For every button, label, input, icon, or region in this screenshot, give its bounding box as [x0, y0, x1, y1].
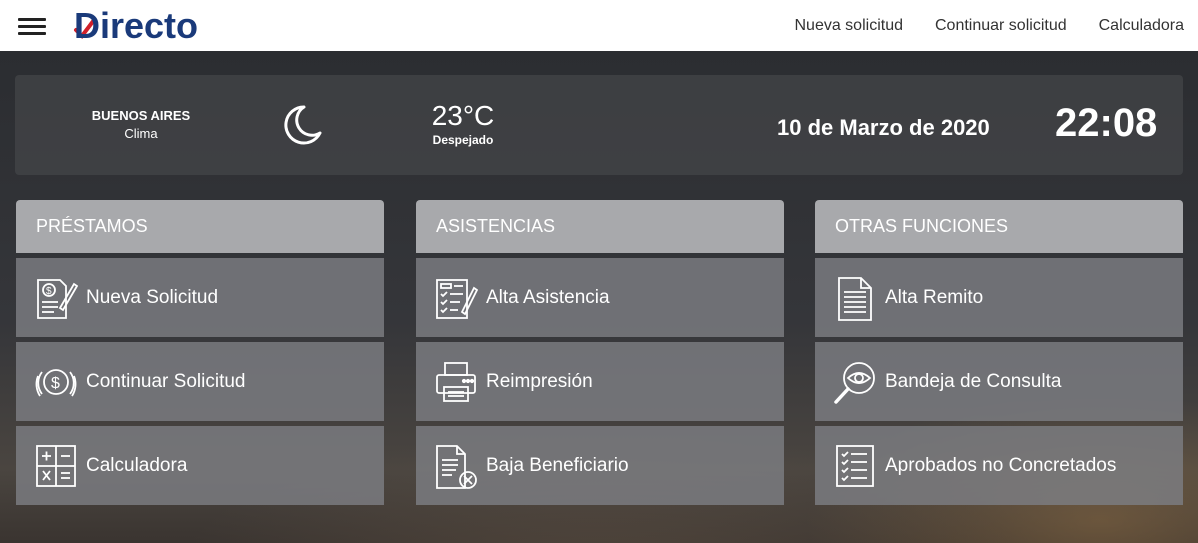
column-title: ASISTENCIAS	[416, 200, 784, 253]
tile-bandeja-consulta[interactable]: Bandeja de Consulta	[815, 342, 1183, 421]
nav-continuar-solicitud[interactable]: Continuar solicitud	[935, 17, 1067, 35]
temperature: 23°C	[431, 100, 495, 131]
tile-baja-beneficiario[interactable]: Baja Beneficiario	[416, 426, 784, 505]
tile-alta-remito[interactable]: Alta Remito	[815, 258, 1183, 337]
directo-logo-icon: Directo	[74, 5, 198, 46]
column-title: PRÉSTAMOS	[16, 200, 384, 253]
weather-condition: Despejado	[432, 133, 494, 147]
column-title: OTRAS FUNCIONES	[815, 200, 1183, 253]
tile-label: Nueva Solicitud	[86, 286, 219, 308]
weather-label: Clima	[124, 126, 158, 141]
current-date: 10 de Marzo de 2020	[777, 115, 990, 140]
svg-text:$: $	[46, 286, 52, 297]
tile-nueva-solicitud[interactable]: $ Nueva Solicitud	[16, 258, 384, 337]
assistance-form-icon	[434, 274, 478, 322]
document-icon	[833, 274, 877, 322]
city-name: BUENOS AIRES	[91, 108, 191, 123]
tile-alta-asistencia[interactable]: Alta Asistencia	[416, 258, 784, 337]
logo[interactable]: Directo	[70, 2, 238, 48]
tile-continuar-solicitud[interactable]: $ Continuar Solicitud	[16, 342, 384, 421]
continue-money-icon: $	[34, 358, 78, 406]
logo-text: Directo	[74, 5, 198, 46]
tile-reimpresion[interactable]: Reimpresión	[416, 342, 784, 421]
column-prestamos: PRÉSTAMOS $ Nueva Solicitud $ Continuar …	[16, 200, 384, 505]
printer-icon	[434, 358, 478, 406]
tile-label: Calculadora	[86, 454, 188, 476]
search-eye-icon	[833, 358, 877, 406]
tile-label: Reimpresión	[486, 370, 593, 392]
top-bar: Directo Nueva solicitud Continuar solici…	[0, 0, 1198, 51]
tile-label: Baja Beneficiario	[486, 454, 629, 476]
tile-label: Alta Asistencia	[486, 286, 610, 308]
moon-icon	[280, 103, 324, 147]
calculator-icon	[34, 442, 78, 490]
tile-label: Continuar Solicitud	[86, 370, 246, 392]
nav-calculadora[interactable]: Calculadora	[1099, 17, 1184, 35]
menu-icon[interactable]	[18, 16, 46, 36]
checklist-icon	[833, 442, 877, 490]
current-time: 22:08	[1055, 101, 1158, 145]
weather-location: BUENOS AIRES Clima	[75, 108, 207, 141]
nav-nueva-solicitud[interactable]: Nueva solicitud	[794, 17, 903, 35]
weather-panel: BUENOS AIRES Clima 23°C Despejado 10 de …	[15, 75, 1183, 175]
svg-text:$: $	[51, 375, 60, 392]
column-asistencias: ASISTENCIAS Alta Asistencia Reimpresión …	[416, 200, 784, 505]
top-nav: Nueva solicitud Continuar solicitud Calc…	[762, 0, 1184, 51]
tile-label: Bandeja de Consulta	[885, 370, 1062, 392]
tile-label: Aprobados no Concretados	[885, 454, 1117, 476]
tile-aprobados-no-concretados[interactable]: Aprobados no Concretados	[815, 426, 1183, 505]
column-otras-funciones: OTRAS FUNCIONES Alta Remito Bandeja de C…	[815, 200, 1183, 505]
tile-calculadora[interactable]: Calculadora	[16, 426, 384, 505]
loan-application-icon: $	[34, 274, 78, 322]
document-remove-icon	[434, 442, 478, 490]
tile-label: Alta Remito	[885, 286, 984, 308]
temperature-block: 23°C Despejado	[419, 100, 507, 148]
